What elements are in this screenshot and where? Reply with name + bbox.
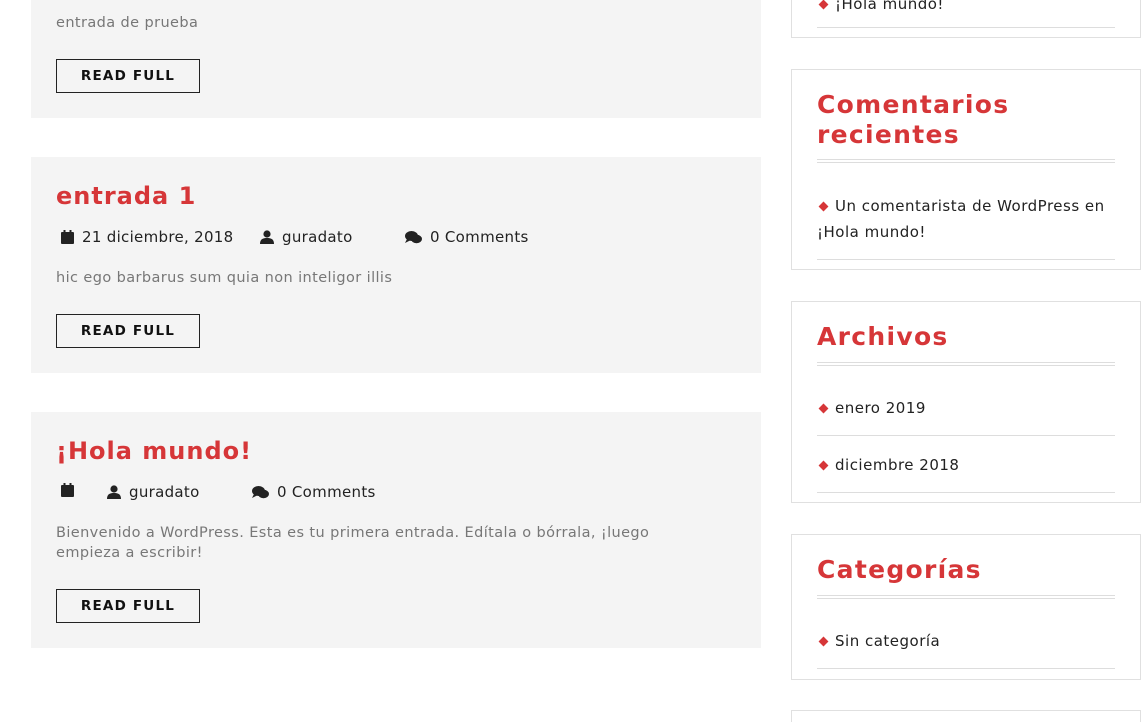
comments-icon [252,485,269,498]
post-comments-text: 0 Comments [430,228,529,246]
title-separator [817,159,1115,163]
recent-comment-item: Un comentarista de WordPress en ¡Hola mu… [817,193,1115,245]
recent-comments-widget: Comentarios recientes Un comentarista de… [791,69,1141,270]
diamond-bullet-icon [818,0,829,9]
post-excerpt: hic ego barbarus sum quia non inteligor … [56,270,393,286]
recent-post-item[interactable]: ¡Hola mundo! [817,0,1115,17]
calendar-icon [61,483,74,497]
title-separator [817,362,1115,366]
post-author[interactable]: guradato [107,483,200,501]
categories-widget: Categorías Sin categoría [791,534,1141,680]
archives-widget: Archivos enero 2019 diciembre 2018 [791,301,1141,503]
post-author[interactable]: guradato [260,228,353,246]
item-divider [817,492,1115,493]
archive-link[interactable]: enero 2019 [835,399,926,417]
category-item[interactable]: Sin categoría [817,628,1115,654]
item-divider [817,259,1115,260]
comment-connector: en [1084,197,1105,215]
user-icon [260,230,274,244]
diamond-bullet-icon [818,201,829,211]
comments-icon [405,230,422,243]
post-author-text: guradato [282,228,353,246]
item-divider [817,27,1115,28]
post-card: entrada 1 21 diciembre, 2018 guradato 0 … [31,157,761,373]
item-divider [817,668,1115,669]
title-separator [817,595,1115,599]
post-card: ¡Hola mundo! guradato 0 Comments Bienven… [31,412,761,648]
diamond-bullet-icon [818,403,829,413]
post-comments[interactable]: 0 Comments [405,228,529,246]
post-comments[interactable]: 0 Comments [252,483,376,501]
post-date[interactable] [61,483,82,497]
post-title-link[interactable]: ¡Hola mundo! [56,437,252,465]
category-link[interactable]: Sin categoría [835,632,940,650]
item-divider [817,435,1115,436]
recent-posts-widget: ¡Hola mundo! [791,0,1141,38]
post-card: entrada de prueba READ FULL [31,0,761,118]
comment-post-link[interactable]: ¡Hola mundo! [817,223,926,241]
post-author-text: guradato [129,483,200,501]
user-icon [107,485,121,499]
comment-author-link[interactable]: Un comentarista de WordPress [835,197,1080,215]
post-excerpt: entrada de prueba [56,15,199,31]
widget-title: Archivos [817,322,949,351]
widget-title: Categorías [817,555,982,584]
diamond-bullet-icon [818,460,829,470]
archive-link[interactable]: diciembre 2018 [835,456,959,474]
recent-post-link[interactable]: ¡Hola mundo! [835,0,944,13]
archive-item[interactable]: diciembre 2018 [817,452,1115,478]
widget-title: Comentarios recientes [817,90,1010,149]
read-full-button[interactable]: READ FULL [56,59,200,93]
archive-item[interactable]: enero 2019 [817,395,1115,421]
post-comments-text: 0 Comments [277,483,376,501]
post-date-text: 21 diciembre, 2018 [82,228,234,246]
read-full-button[interactable]: READ FULL [56,314,200,348]
post-title-link[interactable]: entrada 1 [56,182,196,210]
next-widget [791,710,1141,722]
calendar-icon [61,230,74,244]
read-full-button[interactable]: READ FULL [56,589,200,623]
diamond-bullet-icon [818,636,829,646]
post-date[interactable]: 21 diciembre, 2018 [61,228,234,246]
post-excerpt: Bienvenido a WordPress. Esta es tu prime… [56,525,650,561]
